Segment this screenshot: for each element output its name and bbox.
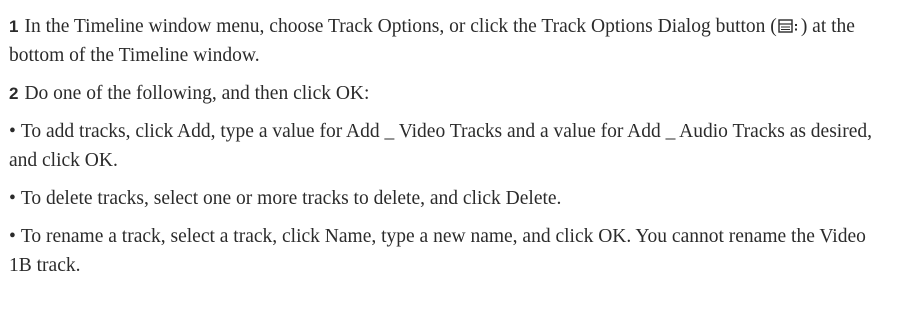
- bullet-text: To delete tracks, select one or more tra…: [20, 188, 562, 209]
- track-options-dialog-icon: [778, 18, 800, 34]
- step-number: 1: [9, 17, 19, 36]
- bullet-marker: •: [9, 188, 16, 209]
- document-page: 1 In the Timeline window menu, choose Tra…: [9, 12, 893, 289]
- bullet-marker: •: [9, 226, 16, 247]
- step-text: Do one of the following, and then click …: [24, 83, 370, 104]
- bullet-add-tracks: • To add tracks, click Add, type a value …: [9, 117, 893, 175]
- step-text: In the Timeline window menu, choose Trac…: [24, 16, 777, 37]
- bullet-rename-track: • To rename a track, select a track, clic…: [9, 222, 893, 280]
- bullet-text: To rename a track, select a track, click…: [9, 226, 866, 276]
- bullet-text: To add tracks, click Add, type a value f…: [9, 121, 872, 171]
- step-1: 1 In the Timeline window menu, choose Tra…: [9, 12, 893, 70]
- bullet-delete-tracks: • To delete tracks, select one or more tr…: [9, 184, 893, 213]
- step-number: 2: [9, 84, 19, 103]
- bullet-marker: •: [9, 121, 16, 142]
- step-2: 2 Do one of the following, and then click…: [9, 79, 893, 108]
